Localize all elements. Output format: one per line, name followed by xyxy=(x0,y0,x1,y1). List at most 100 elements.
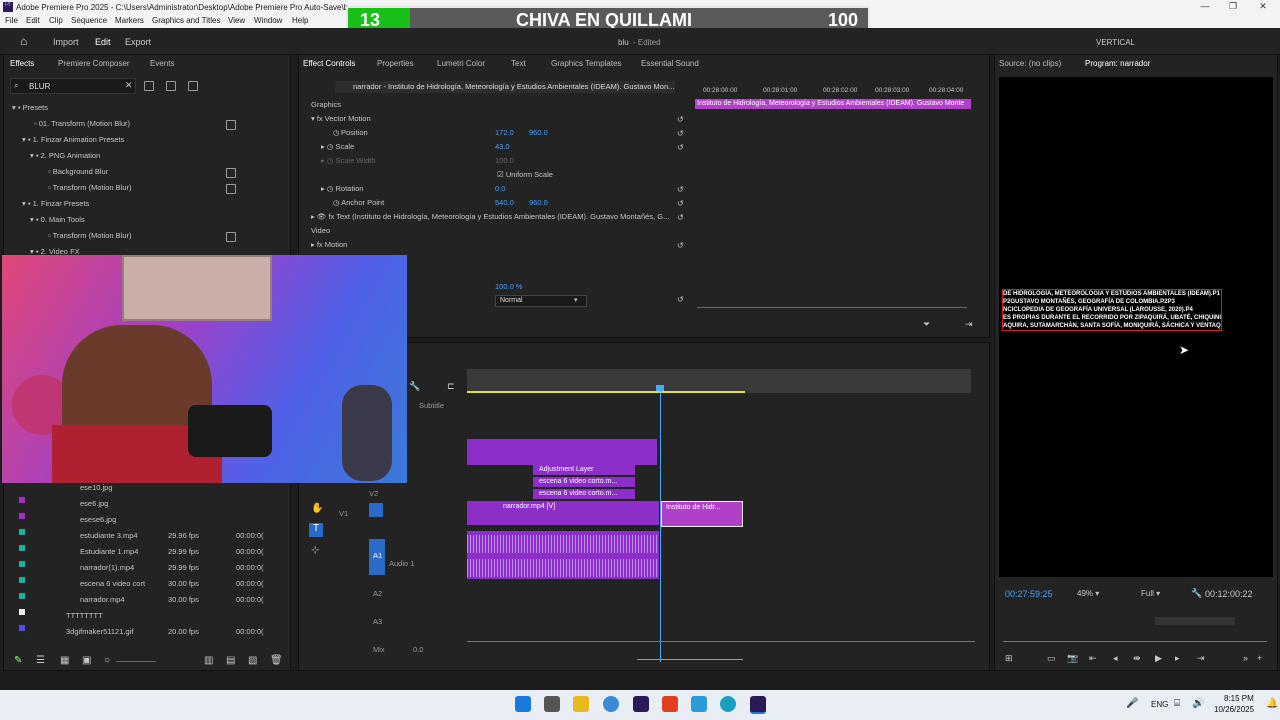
notifications-icon[interactable]: 🔔 xyxy=(1266,698,1278,709)
tree-item[interactable]: ▾ ▪ 1. Finzar Presets xyxy=(22,199,89,208)
trash-icon[interactable]: 🗑 xyxy=(270,655,283,666)
menu-edit[interactable]: Edit xyxy=(26,16,40,25)
premiere-active-icon[interactable] xyxy=(750,696,766,714)
freeform-view-icon[interactable]: ▣ xyxy=(82,655,91,666)
filter-icon[interactable]: ⏷ xyxy=(923,319,930,330)
menu-markers[interactable]: Markers xyxy=(115,16,144,25)
work-area-bar[interactable] xyxy=(467,391,745,393)
project-item[interactable]: 3dgifmaker51121.gif xyxy=(66,627,133,636)
timeline-zoom-bar[interactable] xyxy=(637,659,743,660)
anchor-y[interactable]: 960.0 xyxy=(529,198,548,207)
new-item-icon[interactable]: ▧ xyxy=(248,655,257,666)
escena-clip-2[interactable]: escena 6 video corto.m... xyxy=(533,489,635,499)
clock-date[interactable]: 10/26/2025 xyxy=(1214,705,1254,714)
anchor-row[interactable]: ◷ Anchor Point xyxy=(333,198,384,207)
tab-source[interactable]: Source: (no clips) xyxy=(999,59,1061,68)
tree-item[interactable]: ▾ ▪ 1. Finzar Animation Presets xyxy=(22,135,124,144)
rotation-row[interactable]: ▸ ◷ Rotation xyxy=(321,184,363,193)
timeline-ruler[interactable] xyxy=(467,369,971,393)
edit-tab[interactable]: Edit xyxy=(95,37,111,47)
a1-track-label[interactable]: A1 xyxy=(373,551,382,560)
network-icon[interactable]: ⌸ xyxy=(1174,698,1180,709)
export-tab[interactable]: Export xyxy=(125,37,151,47)
project-item[interactable]: esese6.jpg xyxy=(80,515,116,524)
premiere-taskbar-icon[interactable] xyxy=(633,696,649,712)
reset-icon[interactable]: ↺ xyxy=(677,241,684,250)
camera-icon[interactable]: 📷 xyxy=(1067,653,1078,664)
project-item[interactable]: TTTTTTTT xyxy=(66,611,103,620)
caption-box[interactable]: DE HIDROLOGÍA, METEOROLOGÍA Y ESTUDIOS A… xyxy=(1002,289,1222,331)
trim-icon[interactable]: ⇼ xyxy=(1133,653,1141,664)
tree-item[interactable]: ▫ 01. Transform (Motion Blur) xyxy=(34,119,130,128)
chrome-icon[interactable] xyxy=(603,696,619,712)
monitor-scrubber[interactable] xyxy=(1003,641,1267,642)
tree-item[interactable]: ▫ Transform (Motion Blur) xyxy=(48,183,132,192)
menu-file[interactable]: File xyxy=(5,16,18,25)
edge-icon[interactable] xyxy=(720,696,736,712)
type-tool-icon[interactable]: T xyxy=(309,523,323,537)
timeline-scroll-bar[interactable] xyxy=(467,641,975,642)
escena-clip-1[interactable]: escena 6 video corto.m... xyxy=(533,477,635,487)
tab-essential-sound[interactable]: Essential Sound xyxy=(641,59,699,68)
windows-start-icon[interactable] xyxy=(515,696,531,712)
position-x[interactable]: 172.0 xyxy=(495,128,514,137)
search-input[interactable]: BLUR xyxy=(29,82,50,91)
wrench-icon[interactable]: 🔧 xyxy=(409,381,420,392)
position-y[interactable]: 960.0 xyxy=(529,128,548,137)
stopwatch-icon[interactable]: ◷ xyxy=(333,128,340,137)
ec-clip-bar[interactable]: Instituto de Hidrología, Meteorología y … xyxy=(695,99,971,109)
anchor-x[interactable]: 540.0 xyxy=(495,198,514,207)
quality-select[interactable]: Full ▾ xyxy=(1141,589,1160,598)
new-bin-icon[interactable]: ▤ xyxy=(226,655,235,666)
narrador-video-clip[interactable]: narrador.mp4 [V] xyxy=(467,501,659,525)
language-indicator[interactable]: ENG xyxy=(1151,700,1168,709)
tab-lumetri[interactable]: Lumetri Color xyxy=(437,59,485,68)
zoom-slider-icon[interactable]: ○ xyxy=(104,655,110,666)
text-layer-row[interactable]: ▸ 👁 fx Text (Instituto de Hidrología, Me… xyxy=(311,212,669,221)
filter-32bit-icon[interactable] xyxy=(166,81,176,91)
tab-text[interactable]: Text xyxy=(511,59,526,68)
task-view-icon[interactable] xyxy=(544,696,560,712)
v1-target-button[interactable] xyxy=(369,503,383,517)
scale-row[interactable]: ▸ ◷ Scale xyxy=(321,142,354,151)
project-item[interactable]: ese6.jpg xyxy=(80,499,108,508)
menu-help[interactable]: Help xyxy=(292,16,308,25)
v2-track-label[interactable]: V2 xyxy=(369,489,378,498)
maximize-button[interactable]: ❐ xyxy=(1224,1,1242,13)
hand-tool-icon[interactable]: ✋ xyxy=(311,503,323,514)
project-item[interactable]: Estudiante 1.mp4 xyxy=(80,547,138,556)
reset-icon[interactable]: ↺ xyxy=(677,213,684,222)
playhead-timecode[interactable]: 00:27:59:25 xyxy=(1005,589,1053,599)
playhead-handle[interactable] xyxy=(656,385,664,391)
icon-view-icon[interactable]: ▦ xyxy=(60,655,69,666)
tab-properties[interactable]: Properties xyxy=(377,59,413,68)
opacity-value[interactable]: 100.0 % xyxy=(495,282,523,291)
narrador-audio-clip[interactable] xyxy=(467,531,659,579)
step-back-icon[interactable]: ◂ xyxy=(1113,653,1118,664)
scale-value[interactable]: 43.0 xyxy=(495,142,510,151)
tree-item[interactable]: ▾ ▪ 2. PNG Animation xyxy=(30,151,100,160)
monitor-zoom-bar[interactable] xyxy=(1155,617,1235,625)
project-item[interactable]: narrador.mp4 xyxy=(80,595,125,604)
list-view-icon[interactable]: ☰ xyxy=(36,655,45,666)
tab-effect-controls[interactable]: Effect Controls xyxy=(303,59,355,68)
reset-icon[interactable]: ↺ xyxy=(677,185,684,194)
clip-selector[interactable]: narrador - Instituto de Hidrología, Mete… xyxy=(335,81,675,93)
tab-effects[interactable]: Effects xyxy=(10,59,34,68)
a2-track-label[interactable]: A2 xyxy=(373,589,382,598)
adjustment-layer-clip[interactable]: Adjustment Layer xyxy=(533,465,635,475)
motion-row[interactable]: ▸ fx Motion xyxy=(311,240,347,249)
menu-window[interactable]: Window xyxy=(254,16,282,25)
rotation-value[interactable]: 0.0 xyxy=(495,184,505,193)
blend-mode-select[interactable]: Normal ▾ xyxy=(495,295,587,307)
vector-motion-row[interactable]: ▾ fx Vector Motion xyxy=(311,114,371,123)
reset-icon[interactable]: ↺ xyxy=(677,295,684,304)
menu-view[interactable]: View xyxy=(228,16,245,25)
clip-fx-group[interactable] xyxy=(467,439,657,465)
captions-tool-icon[interactable]: ⊹ xyxy=(311,545,319,556)
bin-icon[interactable]: ▥ xyxy=(204,655,213,666)
tree-item[interactable]: ▾ ▪ 0. Main Tools xyxy=(30,215,85,224)
v1-track-label[interactable]: V1 xyxy=(339,509,348,518)
safe-margins-icon[interactable]: ▭ xyxy=(1047,653,1056,664)
clear-search-icon[interactable]: ✕ xyxy=(125,80,133,91)
